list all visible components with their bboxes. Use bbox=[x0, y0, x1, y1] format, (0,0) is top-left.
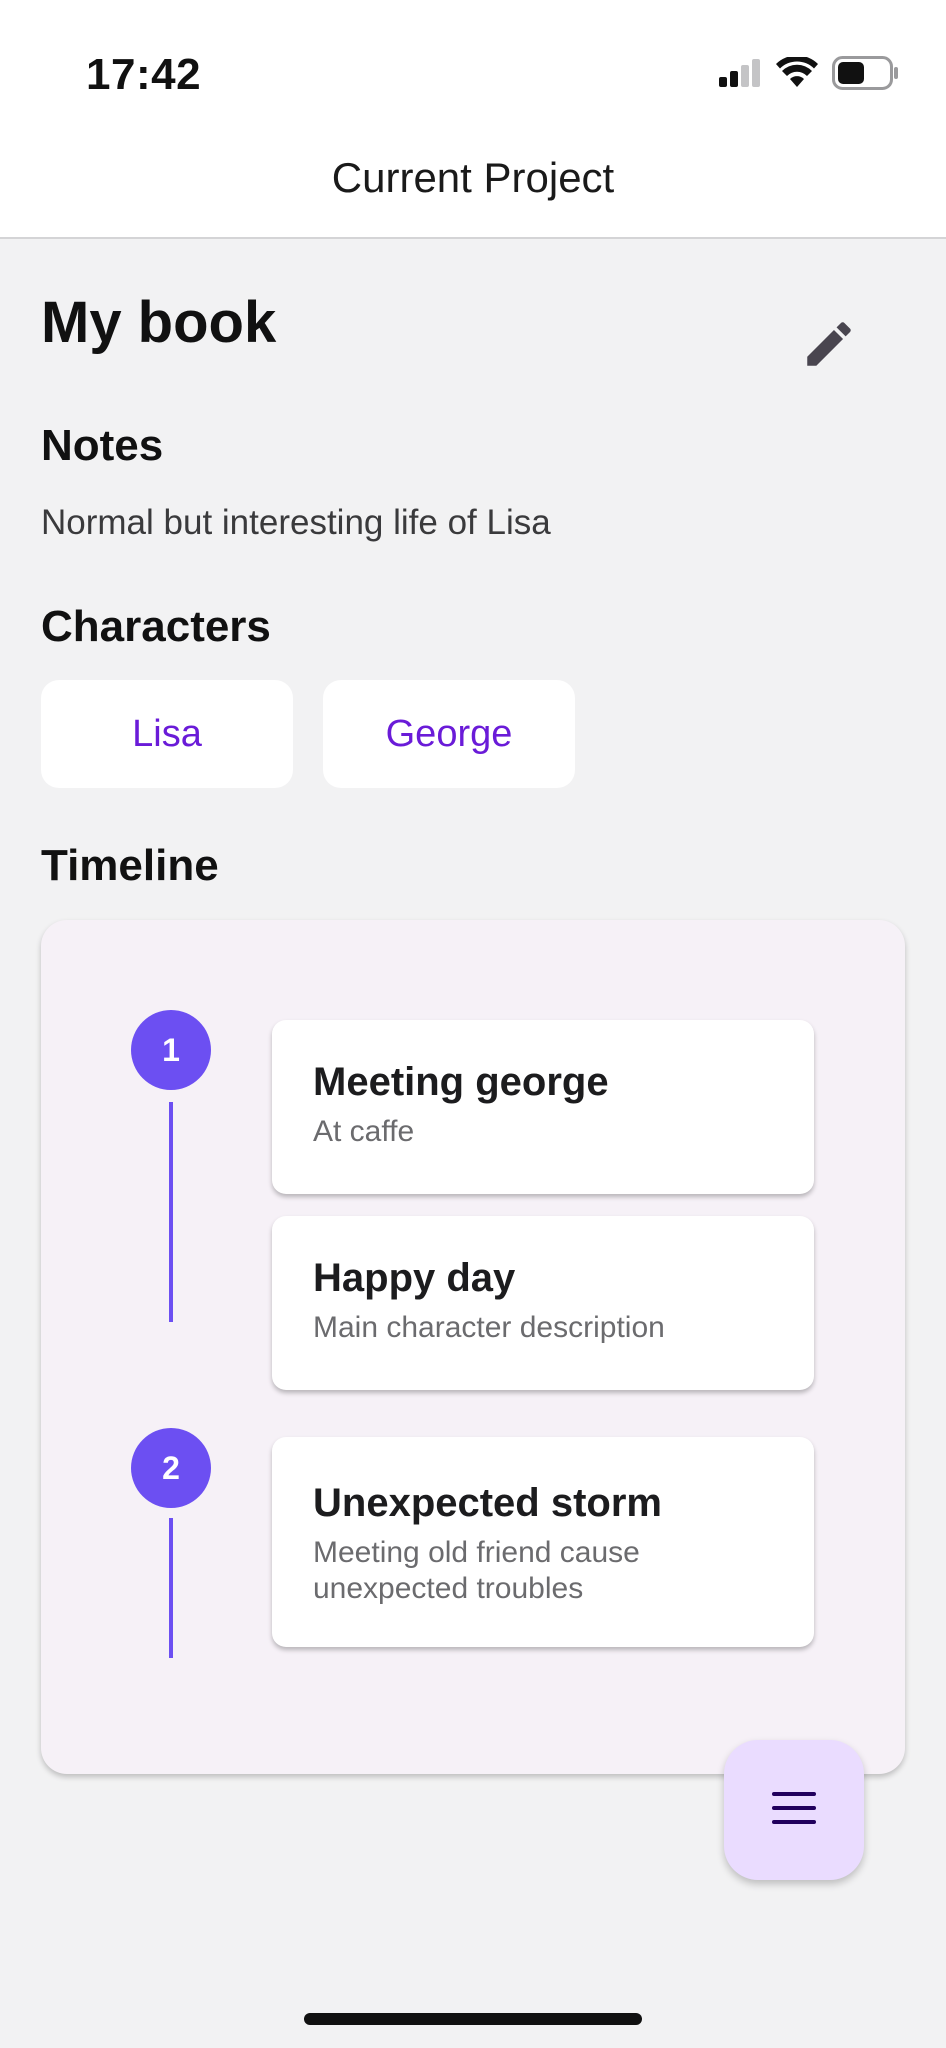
characters-heading: Characters bbox=[41, 602, 271, 651]
event-title: Meeting george bbox=[313, 1060, 609, 1104]
pencil-icon bbox=[800, 315, 858, 378]
menu-icon bbox=[770, 1790, 818, 1831]
event-description: At caffe bbox=[313, 1115, 415, 1148]
menu-fab-button[interactable] bbox=[724, 1740, 864, 1880]
character-chip-lisa[interactable]: Lisa bbox=[41, 680, 293, 788]
battery-icon bbox=[832, 56, 900, 95]
project-title: My book bbox=[41, 290, 277, 355]
timeline-step-marker: 2 bbox=[131, 1428, 211, 1508]
edit-button[interactable] bbox=[795, 312, 863, 380]
notes-text: Normal but interesting life of Lisa bbox=[41, 503, 551, 542]
event-title: Unexpected storm bbox=[313, 1481, 662, 1525]
event-description: Main character description bbox=[313, 1311, 665, 1344]
timeline-event-card[interactable]: Unexpected storm Meeting old friend caus… bbox=[272, 1437, 814, 1647]
character-chip-george[interactable]: George bbox=[323, 680, 575, 788]
status-time: 17:42 bbox=[86, 50, 202, 99]
notes-heading: Notes bbox=[41, 421, 164, 470]
wifi-icon bbox=[776, 55, 818, 94]
page-title: Current Project bbox=[331, 154, 615, 201]
home-indicator[interactable] bbox=[304, 2013, 642, 2025]
status-icons bbox=[718, 55, 900, 95]
timeline-event-card[interactable]: Happy day Main character description bbox=[272, 1216, 814, 1390]
event-description: Meeting old friend cause unexpected trou… bbox=[313, 1536, 640, 1605]
cellular-signal-icon bbox=[718, 58, 762, 93]
timeline-card: 1 Meeting george At caffe Happy day Main… bbox=[41, 920, 905, 1774]
event-title: Happy day bbox=[313, 1256, 516, 1300]
character-chips: Lisa George bbox=[41, 680, 575, 788]
navigation-header: Current Project bbox=[0, 125, 946, 239]
timeline-connector bbox=[169, 1518, 173, 1658]
timeline-step-marker: 1 bbox=[131, 1010, 211, 1090]
timeline-connector bbox=[169, 1102, 173, 1322]
status-bar: 17:42 bbox=[0, 0, 946, 125]
timeline-event-card[interactable]: Meeting george At caffe bbox=[272, 1020, 814, 1194]
timeline-heading: Timeline bbox=[41, 841, 219, 890]
